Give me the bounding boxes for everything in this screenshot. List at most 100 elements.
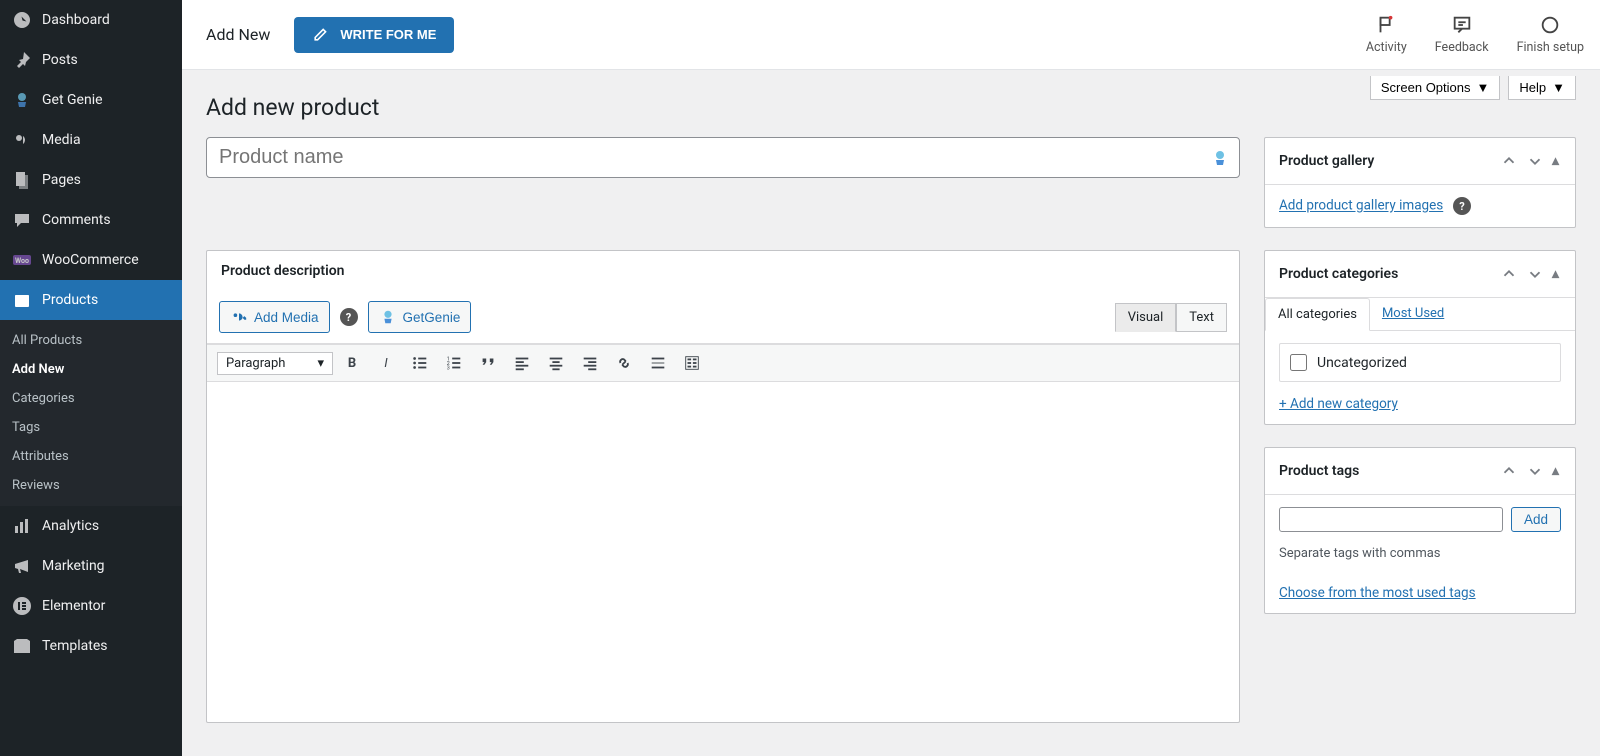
category-checkbox[interactable] bbox=[1290, 354, 1307, 371]
product-name-input[interactable] bbox=[206, 137, 1240, 178]
sidebar-item-label: Products bbox=[42, 292, 98, 308]
genie-icon bbox=[379, 308, 397, 326]
align-center-button[interactable] bbox=[541, 349, 571, 377]
products-submenu: All Products Add New Categories Tags Att… bbox=[0, 320, 182, 506]
tag-input[interactable] bbox=[1279, 507, 1503, 532]
tab-all-categories[interactable]: All categories bbox=[1265, 298, 1370, 331]
bold-button[interactable]: B bbox=[337, 349, 367, 377]
sidebar-item-marketing[interactable]: Marketing bbox=[0, 546, 182, 586]
elementor-icon bbox=[12, 596, 32, 616]
product-categories-panel: Product categories ▴ All categories Most… bbox=[1264, 250, 1576, 425]
add-new-category-link[interactable]: + Add new category bbox=[1279, 396, 1398, 412]
toggle-icon[interactable]: ▴ bbox=[1550, 151, 1561, 171]
sidebar-item-label: Pages bbox=[42, 172, 81, 188]
sidebar-item-elementor[interactable]: Elementor bbox=[0, 586, 182, 626]
sidebar-item-getgenie[interactable]: Get Genie bbox=[0, 80, 182, 120]
genie-icon[interactable] bbox=[1210, 148, 1230, 168]
svg-text:3: 3 bbox=[447, 365, 450, 371]
topbar-title: Add New bbox=[206, 25, 270, 44]
genie-icon bbox=[12, 90, 32, 110]
sidebar-item-label: Templates bbox=[42, 638, 108, 654]
toggle-icon[interactable]: ▴ bbox=[1550, 461, 1561, 481]
sidebar-item-dashboard[interactable]: Dashboard bbox=[0, 0, 182, 40]
sidebar-item-products[interactable]: Products bbox=[0, 280, 182, 320]
sidebar-item-comments[interactable]: Comments bbox=[0, 200, 182, 240]
move-down-icon[interactable] bbox=[1524, 263, 1546, 285]
link-button[interactable] bbox=[609, 349, 639, 377]
insert-more-button[interactable] bbox=[643, 349, 673, 377]
screen-options-button[interactable]: Screen Options ▼ bbox=[1370, 76, 1500, 100]
editor-content[interactable] bbox=[207, 382, 1239, 722]
panel-title: Product categories bbox=[1279, 266, 1398, 282]
write-button-label: WRITE FOR ME bbox=[340, 27, 436, 42]
numbered-list-button[interactable]: 123 bbox=[439, 349, 469, 377]
submenu-add-new[interactable]: Add New bbox=[0, 355, 182, 384]
add-tag-button[interactable]: Add bbox=[1511, 507, 1561, 532]
topbar-action-label: Finish setup bbox=[1517, 40, 1584, 55]
submenu-reviews[interactable]: Reviews bbox=[0, 471, 182, 500]
submenu-categories[interactable]: Categories bbox=[0, 384, 182, 413]
woo-icon: Woo bbox=[12, 250, 32, 270]
paragraph-select[interactable]: Paragraph▾ bbox=[217, 352, 333, 375]
move-up-icon[interactable] bbox=[1498, 263, 1520, 285]
sidebar-item-label: Elementor bbox=[42, 598, 105, 614]
move-down-icon[interactable] bbox=[1524, 150, 1546, 172]
editor-format-bar: Paragraph▾ B I 123 bbox=[207, 344, 1239, 382]
product-tags-panel: Product tags ▴ Add bbox=[1264, 447, 1576, 614]
sidebar-item-media[interactable]: Media bbox=[0, 120, 182, 160]
category-list: Uncategorized bbox=[1279, 343, 1561, 382]
sidebar-item-label: WooCommerce bbox=[42, 252, 139, 268]
products-icon bbox=[12, 290, 32, 310]
submenu-attributes[interactable]: Attributes bbox=[0, 442, 182, 471]
sidebar-item-woocommerce[interactable]: Woo WooCommerce bbox=[0, 240, 182, 280]
tab-visual[interactable]: Visual bbox=[1115, 303, 1177, 332]
pin-icon bbox=[12, 50, 32, 70]
circle-icon bbox=[1539, 14, 1561, 36]
activity-button[interactable]: Activity bbox=[1366, 14, 1407, 55]
help-icon[interactable]: ? bbox=[340, 308, 358, 326]
chevron-down-icon: ▾ bbox=[317, 356, 324, 371]
svg-text:Woo: Woo bbox=[15, 257, 29, 265]
submenu-tags[interactable]: Tags bbox=[0, 413, 182, 442]
sidebar-item-analytics[interactable]: Analytics bbox=[0, 506, 182, 546]
toolbar-toggle-button[interactable] bbox=[677, 349, 707, 377]
add-media-button[interactable]: Add Media bbox=[219, 301, 330, 333]
move-up-icon[interactable] bbox=[1498, 460, 1520, 482]
tab-text[interactable]: Text bbox=[1176, 303, 1227, 332]
feedback-button[interactable]: Feedback bbox=[1435, 14, 1489, 55]
finish-setup-button[interactable]: Finish setup bbox=[1517, 14, 1584, 55]
write-for-me-button[interactable]: WRITE FOR ME bbox=[294, 17, 454, 53]
italic-button[interactable]: I bbox=[371, 349, 401, 377]
sidebar-item-label: Media bbox=[42, 132, 81, 148]
sidebar-item-label: Marketing bbox=[42, 558, 105, 574]
sidebar-item-posts[interactable]: Posts bbox=[0, 40, 182, 80]
help-button[interactable]: Help ▼ bbox=[1508, 76, 1576, 100]
help-icon[interactable]: ? bbox=[1453, 197, 1471, 215]
chat-icon bbox=[1451, 14, 1473, 36]
align-right-button[interactable] bbox=[575, 349, 605, 377]
align-left-button[interactable] bbox=[507, 349, 537, 377]
sidebar-item-label: Dashboard bbox=[42, 12, 110, 28]
sidebar-item-label: Posts bbox=[42, 52, 78, 68]
submenu-all-products[interactable]: All Products bbox=[0, 326, 182, 355]
chevron-down-icon: ▼ bbox=[1477, 80, 1490, 95]
choose-used-tags-link[interactable]: Choose from the most used tags bbox=[1279, 585, 1476, 601]
move-down-icon[interactable] bbox=[1524, 460, 1546, 482]
blockquote-button[interactable] bbox=[473, 349, 503, 377]
move-up-icon[interactable] bbox=[1498, 150, 1520, 172]
bullet-list-button[interactable] bbox=[405, 349, 435, 377]
toggle-icon[interactable]: ▴ bbox=[1550, 264, 1561, 284]
sidebar-item-pages[interactable]: Pages bbox=[0, 160, 182, 200]
screen-meta-links: Screen Options ▼ Help ▼ bbox=[1370, 76, 1576, 100]
getgenie-button[interactable]: GetGenie bbox=[368, 301, 472, 333]
tab-most-used[interactable]: Most Used bbox=[1370, 298, 1456, 330]
sidebar-item-templates[interactable]: Templates bbox=[0, 626, 182, 666]
add-gallery-images-link[interactable]: Add product gallery images bbox=[1279, 198, 1443, 214]
category-uncategorized[interactable]: Uncategorized bbox=[1290, 354, 1550, 371]
media-icon bbox=[12, 130, 32, 150]
megaphone-icon bbox=[12, 556, 32, 576]
topbar-action-label: Feedback bbox=[1435, 40, 1489, 55]
panel-title: Product tags bbox=[1279, 463, 1359, 479]
flag-icon bbox=[1375, 14, 1397, 36]
admin-sidebar: Dashboard Posts Get Genie Media Pages Co… bbox=[0, 0, 182, 756]
